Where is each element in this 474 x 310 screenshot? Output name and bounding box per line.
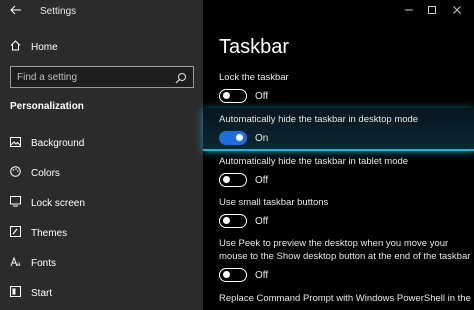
autohide-desktop-toggle[interactable] <box>219 131 247 145</box>
home-label: Home <box>31 41 58 53</box>
search-box[interactable] <box>10 66 194 88</box>
svg-text:a: a <box>17 262 21 267</box>
lock-screen-icon <box>10 194 21 212</box>
back-arrow-icon <box>10 2 22 20</box>
peek-toggle[interactable] <box>219 268 247 282</box>
setting-powershell: Replace Command Prompt with Windows Powe… <box>219 292 471 305</box>
search-input[interactable] <box>17 71 167 83</box>
setting-label-line1: Replace Command Prompt with Windows Powe… <box>219 293 471 304</box>
sidebar-item-start[interactable]: Start <box>0 278 203 308</box>
page-title: Taskbar <box>219 36 290 58</box>
toggle-state-label: Off <box>255 269 269 281</box>
setting-peek: Use Peek to preview the desktop when you… <box>219 237 470 282</box>
sidebar-nav: Background Colors Lock screen Themes a F… <box>0 128 203 308</box>
sidebar-item-label: Colors <box>31 167 60 179</box>
palette-icon <box>10 164 21 182</box>
brush-icon <box>10 224 21 242</box>
sidebar-item-fonts[interactable]: a Fonts <box>0 248 203 278</box>
sidebar-item-label: Fonts <box>31 257 57 269</box>
toggle-state-label: On <box>255 132 269 144</box>
setting-autohide-desktop: Automatically hide the taskbar in deskto… <box>219 113 418 145</box>
autohide-tablet-toggle[interactable] <box>219 173 247 187</box>
sidebar: Home Personalization Background Colors <box>0 0 203 310</box>
small-buttons-toggle[interactable] <box>219 214 247 228</box>
setting-autohide-tablet: Automatically hide the taskbar in tablet… <box>219 155 408 187</box>
home-nav-item[interactable]: Home <box>10 38 58 56</box>
close-icon <box>452 2 462 20</box>
setting-label-line2: mouse to the Show desktop button at the … <box>219 251 471 262</box>
sidebar-item-themes[interactable]: Themes <box>0 218 203 248</box>
setting-lock-taskbar: Lock the taskbar Off <box>219 71 289 103</box>
setting-label: Automatically hide the taskbar in tablet… <box>219 156 409 167</box>
sidebar-item-lock-screen[interactable]: Lock screen <box>0 188 203 218</box>
search-icon[interactable] <box>175 71 187 89</box>
settings-window: Home Personalization Background Colors <box>0 0 474 310</box>
lock-taskbar-toggle[interactable] <box>219 89 247 103</box>
setting-small-buttons: Use small taskbar buttons Off <box>219 196 328 228</box>
back-button[interactable] <box>6 2 26 20</box>
window-title: Settings <box>40 6 77 17</box>
sidebar-item-label: Themes <box>31 227 68 239</box>
font-icon: a <box>10 254 21 272</box>
sidebar-item-background[interactable]: Background <box>0 128 203 158</box>
start-icon <box>10 284 21 302</box>
toggle-state-label: Off <box>255 174 269 186</box>
sidebar-item-label: Start <box>31 287 53 299</box>
section-title: Personalization <box>10 101 84 112</box>
image-icon <box>10 134 21 152</box>
minimize-icon <box>404 2 414 20</box>
maximize-button[interactable] <box>419 2 445 20</box>
home-icon <box>10 38 21 56</box>
title-bar: Settings <box>0 0 474 24</box>
toggle-state-label: Off <box>255 215 269 227</box>
setting-label-line1: Use Peek to preview the desktop when you… <box>219 238 449 249</box>
sidebar-item-colors[interactable]: Colors <box>0 158 203 188</box>
sidebar-item-label: Background <box>31 137 85 149</box>
main-content: Taskbar Lock the taskbar Off Automatical… <box>203 0 474 310</box>
setting-label: Use small taskbar buttons <box>219 197 329 208</box>
maximize-icon <box>427 2 437 20</box>
setting-label: Automatically hide the taskbar in deskto… <box>219 114 419 125</box>
sidebar-item-label: Lock screen <box>31 197 85 209</box>
setting-label: Lock the taskbar <box>219 72 289 83</box>
close-button[interactable] <box>444 2 470 20</box>
toggle-state-label: Off <box>255 90 269 102</box>
